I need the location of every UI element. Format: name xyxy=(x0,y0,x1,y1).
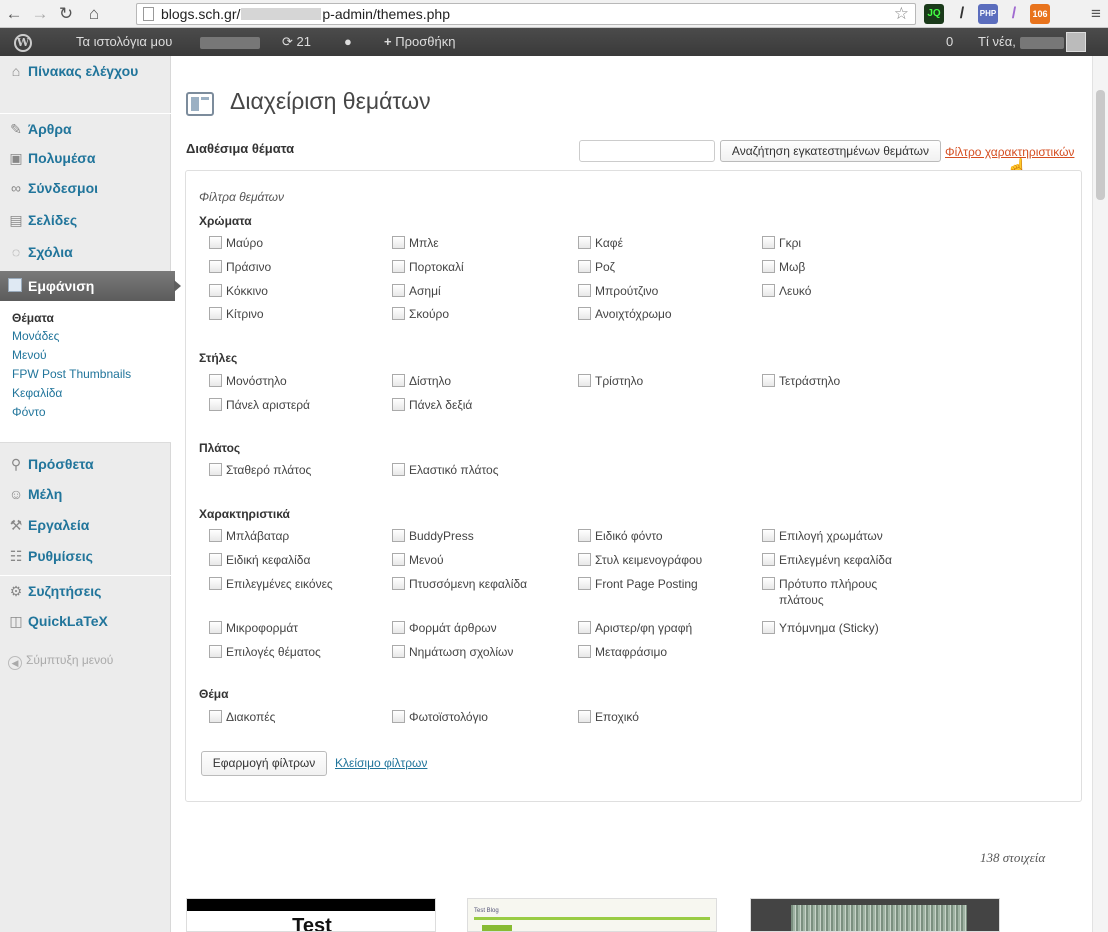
filter-group-width: Πλάτος xyxy=(199,441,241,455)
reload-icon[interactable]: ↻ xyxy=(56,4,76,24)
bookmark-star-icon[interactable]: ☆ xyxy=(894,4,909,24)
search-input[interactable] xyxy=(579,140,715,162)
tools-icon: ⚒ xyxy=(9,517,23,533)
theme-screenshot[interactable]: Test xyxy=(186,898,436,932)
pin-icon: ✎ xyxy=(10,121,22,137)
pages-icon: ▤ xyxy=(9,212,23,228)
collapse-menu-button[interactable]: ◀ Σύμπτυξη μενού xyxy=(8,653,113,670)
gear-icon: ⚙ xyxy=(9,583,23,599)
dashboard-icon: ⌂ xyxy=(11,63,21,79)
submenu-header[interactable]: Κεφαλίδα xyxy=(12,386,62,400)
admin-sidebar: ⌂ Πίνακας ελέγχου ✎ Άρθρα ▣ Πολυμέσα ∞ Σύνδε… xyxy=(0,56,181,932)
home-icon[interactable]: ⌂ xyxy=(84,4,104,24)
wordpress-logo-icon[interactable]: W xyxy=(14,28,32,56)
menu-icon[interactable]: ≡ xyxy=(1086,4,1106,24)
current-arrow-icon xyxy=(174,280,181,292)
menu-posts[interactable]: ✎ Άρθρα xyxy=(0,113,171,143)
menu-plugins[interactable]: ⚲ Πρόσθετα xyxy=(0,449,171,479)
submenu-menus[interactable]: Μενού xyxy=(12,348,47,362)
submenu-widgets[interactable]: Μονάδες xyxy=(12,329,59,343)
menu-media[interactable]: ▣ Πολυμέσα xyxy=(0,143,171,173)
plus-icon: + xyxy=(384,34,396,49)
available-themes-heading: Διαθέσιμα θέματα xyxy=(186,141,295,156)
menu-quicklatex[interactable]: ◫ QuickLaTeX xyxy=(0,606,171,636)
plugins-icon: ⚲ xyxy=(10,456,22,472)
search-installed-themes-button[interactable]: Αναζήτηση εγκατεστημένων θεμάτων xyxy=(720,140,941,162)
menu-pages[interactable]: ▤ Σελίδες xyxy=(0,205,171,235)
filter-group-colors: Χρώματα xyxy=(199,214,252,228)
eyedropper-extension-icon[interactable]: / xyxy=(952,4,972,24)
jquery-extension-icon[interactable]: JQ xyxy=(924,4,944,24)
notifications-count[interactable]: 0 xyxy=(946,28,953,56)
collapse-arrow-icon: ◀ xyxy=(8,656,22,670)
theme-screenshot[interactable] xyxy=(750,898,1000,932)
submenu-themes[interactable]: Θέματα xyxy=(12,311,54,325)
forward-icon[interactable]: → xyxy=(30,4,50,24)
settings-icon: ☷ xyxy=(9,548,23,564)
menu-tools[interactable]: ⚒ Εργαλεία xyxy=(0,510,171,540)
comments-icon: ◌ xyxy=(11,244,21,260)
menu-comments[interactable]: ◌ Σχόλια xyxy=(0,237,171,267)
my-account-link[interactable]: Τί νέα, xyxy=(978,28,1064,56)
back-icon[interactable]: ← xyxy=(4,4,24,24)
admin-bar: W Τα ιστολόγια μου ⟳ 21 ● + Προσθήκη 0 Τ… xyxy=(0,28,1108,56)
avatar[interactable] xyxy=(1066,32,1086,52)
url-bar[interactable]: blogs.sch.gr/p-admin/themes.php ☆ xyxy=(136,3,916,25)
menu-appearance[interactable]: Εμφάνιση xyxy=(0,271,181,301)
filter-group-features: Χαρακτηριστικά xyxy=(199,507,290,521)
updates-icon: ⟳ xyxy=(282,34,297,49)
filters-title: Φίλτρα θεμάτων xyxy=(199,190,285,204)
add-new-link[interactable]: + Προσθήκη xyxy=(384,28,455,56)
menu-users[interactable]: ☺ Μέλη xyxy=(0,479,171,509)
page-title: Διαχείριση θεμάτων xyxy=(230,88,431,114)
menu-dashboard[interactable]: ⌂ Πίνακας ελέγχου xyxy=(0,56,171,86)
quicklatex-icon: ◫ xyxy=(9,613,23,629)
theme-screenshot-text: Test Blog xyxy=(474,908,499,914)
submenu-fpw-thumbnails[interactable]: FPW Post Thumbnails xyxy=(12,367,131,381)
feature-filter-panel: Φίλτρα θεμάτων Χρώματα Μαύρο Μπλε Καφέ Γ… xyxy=(185,170,1082,802)
page-scrollbar[interactable] xyxy=(1092,56,1108,932)
appearance-submenu: Θέματα Μονάδες Μενού FPW Post Thumbnails… xyxy=(0,301,171,443)
php-extension-icon[interactable]: PHP xyxy=(978,4,998,24)
menu-links[interactable]: ∞ Σύνδεσμοι xyxy=(0,173,171,203)
comments-bubble-icon[interactable]: ● xyxy=(344,28,352,56)
themes-header-icon xyxy=(186,92,214,116)
submenu-background[interactable]: Φόντο xyxy=(12,405,46,419)
page-icon xyxy=(143,7,154,21)
updates-link[interactable]: ⟳ 21 xyxy=(282,28,311,56)
items-count: 138 στοιχεία xyxy=(980,850,1046,865)
theme-screenshot-text: Test xyxy=(292,915,332,932)
feature-filter-link[interactable]: Φίλτρο χαρακτηριστικών xyxy=(945,145,1074,159)
appearance-icon xyxy=(8,278,22,292)
apply-filters-button[interactable]: Εφαρμογή φίλτρων xyxy=(201,751,327,776)
url-text: blogs.sch.gr/p-admin/themes.php xyxy=(161,6,451,22)
filter-group-subject: Θέμα xyxy=(199,687,229,701)
pen-extension-icon[interactable]: / xyxy=(1004,4,1024,24)
users-icon: ☺ xyxy=(8,486,24,502)
menu-settings[interactable]: ☷ Ρυθμίσεις xyxy=(0,541,171,571)
media-icon: ▣ xyxy=(9,150,23,166)
link-icon: ∞ xyxy=(11,180,21,196)
browser-toolbar: ← → ↻ ⌂ blogs.sch.gr/p-admin/themes.php … xyxy=(0,0,1108,28)
rss-extension-icon[interactable]: 106 xyxy=(1030,4,1050,24)
filter-group-columns: Στήλες xyxy=(199,351,238,365)
my-blogs-link[interactable]: Τα ιστολόγια μου xyxy=(76,28,172,56)
menu-discussions[interactable]: ⚙ Συζητήσεις xyxy=(0,575,171,605)
theme-screenshot[interactable]: Test Blog xyxy=(467,898,717,932)
close-filters-link[interactable]: Κλείσιμο φίλτρων xyxy=(335,756,427,770)
site-name-link[interactable] xyxy=(200,28,260,56)
